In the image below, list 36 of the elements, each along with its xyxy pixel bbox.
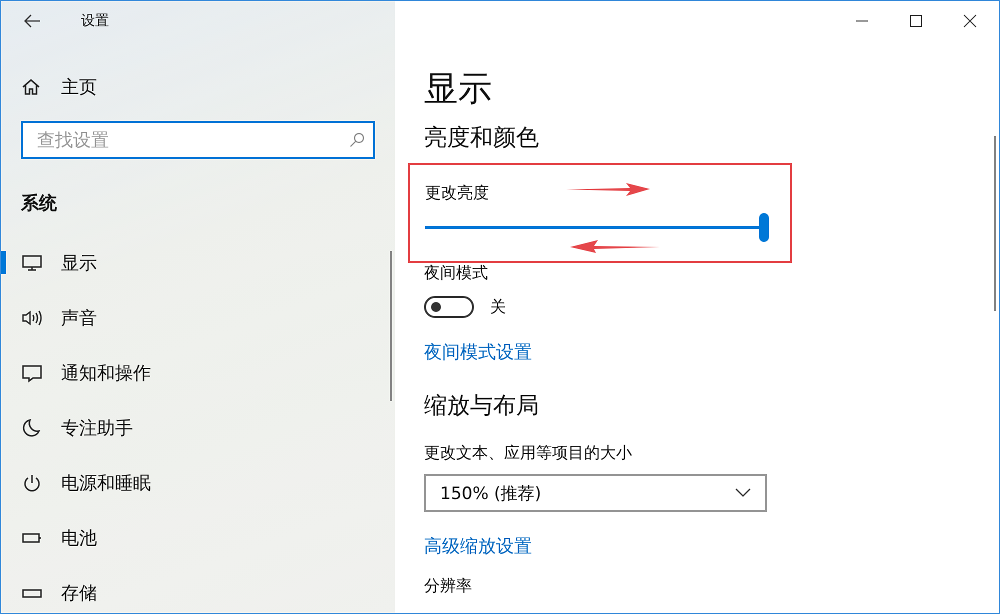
scrollbar[interactable]: [390, 251, 392, 401]
section-heading: 缩放与布局: [424, 392, 539, 421]
close-icon[interactable]: [963, 14, 977, 28]
setting-label: 夜间模式: [424, 263, 488, 284]
sidebar-item[interactable]: 电源和睡眠: [1, 455, 221, 510]
search-icon: [349, 132, 365, 148]
scale-dropdown[interactable]: 150% (推荐): [424, 474, 767, 512]
slider-thumb[interactable]: [759, 213, 769, 242]
brightness-slider[interactable]: [425, 212, 769, 242]
sidebar-item[interactable]: 声音: [1, 290, 221, 345]
slider-label: 更改亮度: [425, 183, 489, 204]
home-icon: [21, 77, 41, 97]
monitor-icon: [21, 252, 43, 272]
sidebar-item[interactable]: 显示: [1, 235, 221, 290]
window-title: 设置: [81, 12, 109, 30]
search-field[interactable]: 查找设置: [21, 121, 375, 159]
toggle-switch[interactable]: [424, 296, 474, 318]
sidebar-item[interactable]: 存储: [1, 565, 221, 613]
section-heading: 亮度和颜色: [424, 124, 539, 153]
back-icon[interactable]: [23, 14, 41, 28]
moon-icon: [21, 418, 43, 438]
message-icon: [21, 362, 43, 382]
maximize-icon[interactable]: [909, 14, 923, 28]
setting-label: 分辨率: [424, 576, 472, 597]
sidebar-item[interactable]: 电池: [1, 510, 221, 565]
toggle-state: 关: [490, 296, 506, 318]
chevron-icon: [735, 488, 751, 498]
home-item[interactable]: 主页: [21, 75, 97, 99]
section-heading: 系统: [21, 192, 57, 215]
sidebar-item[interactable]: 专注助手: [1, 400, 221, 455]
sidebar-item[interactable]: 通知和操作: [1, 345, 221, 400]
advanced-scaling-link[interactable]: 高级缩放设置: [424, 534, 532, 558]
night-light-link[interactable]: 夜间模式设置: [424, 340, 532, 364]
scrollbar[interactable]: [994, 136, 996, 311]
page-title: 显示: [424, 68, 492, 111]
setting-label: 更改文本、应用等项目的大小: [424, 443, 632, 464]
